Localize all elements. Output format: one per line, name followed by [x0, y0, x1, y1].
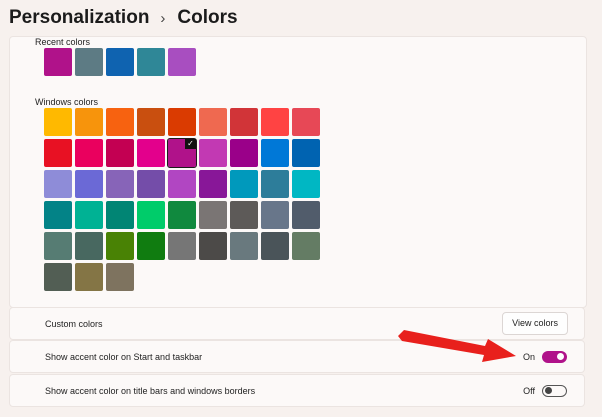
accent-title-bars-row: Show accent color on title bars and wind… [9, 374, 585, 407]
recent-color-swatch[interactable] [168, 48, 196, 76]
toggle-knob [545, 387, 552, 394]
windows-color-swatch[interactable] [137, 108, 165, 136]
windows-color-swatch[interactable] [137, 139, 165, 167]
windows-color-swatch[interactable] [261, 108, 289, 136]
windows-color-swatch[interactable]: ✓ [167, 138, 197, 168]
windows-color-swatch[interactable] [106, 170, 134, 198]
windows-color-swatch[interactable] [44, 108, 72, 136]
toggle-state-text: On [522, 351, 535, 362]
page-title: Colors [177, 7, 238, 28]
recent-color-swatch[interactable] [75, 48, 103, 76]
windows-color-swatch[interactable] [44, 263, 72, 291]
accent-title-bars-toggle-group: Off [523, 384, 567, 397]
windows-color-swatch[interactable] [199, 108, 227, 136]
recent-color-swatch[interactable] [137, 48, 165, 76]
view-colors-button[interactable]: View colors [502, 312, 568, 335]
breadcrumb-parent[interactable]: Personalization [9, 7, 149, 29]
windows-color-swatch[interactable] [261, 170, 289, 198]
windows-color-swatch[interactable] [75, 139, 103, 167]
windows-color-swatch[interactable] [292, 201, 320, 229]
windows-colors-label: Windows colors [35, 97, 99, 107]
windows-color-swatch[interactable] [75, 263, 103, 291]
accent-title-bars-toggle[interactable] [542, 384, 567, 397]
windows-color-swatch[interactable] [199, 170, 227, 198]
windows-color-swatch[interactable] [230, 232, 258, 260]
windows-color-swatch[interactable] [106, 201, 134, 229]
windows-color-swatch[interactable] [168, 170, 196, 198]
checkmark-icon: ✓ [185, 139, 196, 149]
windows-color-swatch[interactable] [44, 139, 72, 167]
breadcrumb: Personalization › Colors [9, 5, 238, 31]
accent-start-taskbar-toggle[interactable] [542, 350, 567, 363]
windows-color-swatch[interactable] [230, 139, 258, 167]
windows-color-swatch[interactable] [44, 170, 72, 198]
windows-color-swatch[interactable] [199, 201, 227, 229]
windows-color-swatch[interactable] [261, 139, 289, 167]
chevron-right-icon: › [160, 9, 166, 27]
windows-color-swatch[interactable] [230, 201, 258, 229]
windows-color-swatch[interactable] [168, 201, 196, 229]
windows-color-swatch[interactable] [106, 263, 134, 291]
windows-color-swatch[interactable] [44, 201, 72, 229]
windows-color-swatch[interactable] [75, 108, 103, 136]
accent-title-bars-label: Show accent color on title bars and wind… [45, 385, 256, 396]
recent-color-swatch[interactable] [44, 48, 72, 76]
windows-color-swatch[interactable] [292, 139, 320, 167]
windows-color-swatch[interactable] [230, 108, 258, 136]
windows-color-swatch[interactable] [230, 170, 258, 198]
windows-color-swatch[interactable] [199, 232, 227, 260]
custom-colors-row: Custom colors View colors [9, 307, 585, 340]
windows-color-swatch[interactable] [75, 232, 103, 260]
windows-color-swatch[interactable] [292, 108, 320, 136]
windows-color-swatch[interactable] [261, 201, 289, 229]
accent-start-taskbar-row: Show accent color on Start and taskbar O… [9, 340, 585, 373]
windows-color-swatch[interactable] [75, 201, 103, 229]
accent-start-taskbar-toggle-group: On [522, 350, 567, 363]
recent-colors-label: Recent colors [35, 37, 91, 47]
accent-start-taskbar-label: Show accent color on Start and taskbar [45, 351, 203, 362]
windows-color-swatch[interactable] [106, 139, 134, 167]
recent-color-swatch[interactable] [106, 48, 134, 76]
windows-color-swatch[interactable] [292, 232, 320, 260]
custom-colors-label: Custom colors [45, 318, 103, 329]
windows-color-swatch[interactable] [168, 232, 196, 260]
toggle-state-text: Off [523, 385, 535, 396]
windows-color-swatch[interactable] [44, 232, 72, 260]
windows-color-swatch[interactable] [75, 170, 103, 198]
windows-color-swatch[interactable] [137, 201, 165, 229]
windows-color-swatch[interactable] [137, 232, 165, 260]
windows-color-swatch[interactable] [261, 232, 289, 260]
windows-color-swatch[interactable] [106, 108, 134, 136]
toggle-knob [557, 352, 564, 360]
windows-color-swatch[interactable] [199, 139, 227, 167]
windows-color-swatch[interactable] [168, 108, 196, 136]
windows-color-swatch[interactable] [292, 170, 320, 198]
windows-color-swatch[interactable] [137, 170, 165, 198]
windows-color-swatch[interactable] [106, 232, 134, 260]
